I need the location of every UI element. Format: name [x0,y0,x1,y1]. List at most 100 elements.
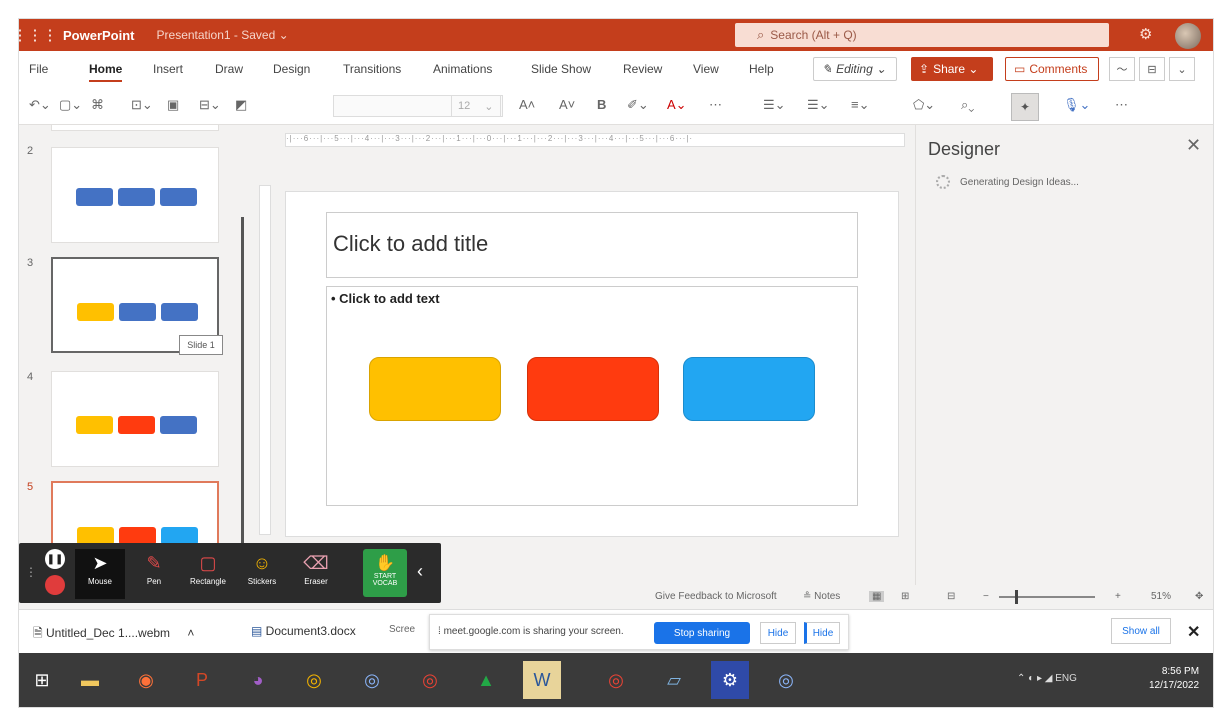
red-rectangle-shape[interactable] [527,357,659,421]
yellow-rectangle-shape[interactable] [369,357,501,421]
zoom-in-icon[interactable]: + [1115,591,1121,602]
tab-draw[interactable]: Draw [215,62,243,76]
pause-icon[interactable]: ❚❚ [45,549,65,569]
reuse-slides-icon[interactable]: ▣ [167,97,179,113]
grow-font-icon[interactable]: A˄ [519,97,535,112]
start-vocab-button[interactable]: ✋ START VOCAB [363,549,407,597]
tab-review[interactable]: Review [623,62,662,76]
chrome-icon[interactable]: ◎ [295,661,333,699]
app-launcher-icon[interactable]: ⋮⋮⋮ [19,19,58,51]
chrome-profile-icon[interactable]: ◎ [353,661,391,699]
download-item-docx[interactable]: ▤ Document3.docx [251,624,356,638]
system-tray[interactable]: ⌃ ◐ ▸ ◢ ENG [1017,673,1077,684]
share-button[interactable]: ⇪ Share ⌄ [911,57,993,81]
stop-sharing-button[interactable]: Stop sharing [654,622,750,644]
normal-view-icon[interactable]: ▦ [869,591,885,602]
user-avatar[interactable] [1175,23,1201,49]
slide-sorter-icon[interactable]: ⊞ [901,591,909,602]
clipboard-icon[interactable]: ▢⌄ [59,97,82,113]
shrink-font-icon[interactable]: A˅ [559,97,575,112]
body-placeholder[interactable]: • Click to add text [326,286,858,506]
current-slide[interactable]: Click to add title • Click to add text [285,191,899,537]
chrome-profile-icon-2[interactable]: ◎ [767,661,805,699]
app-name[interactable]: PowerPoint [63,28,135,43]
thumbnail-slide-4[interactable] [51,371,219,467]
word-icon[interactable]: W [523,661,561,699]
tab-home[interactable]: Home [89,62,123,82]
font-size-dropdown[interactable]: 12 ⌄ [451,95,501,117]
more-font-options-icon[interactable]: ⋯ [709,97,722,113]
thumbnail-scrollbar[interactable] [241,217,244,557]
designer-wand-icon[interactable]: ✦ [1011,93,1039,121]
thumbnail-slide-2[interactable] [51,147,219,243]
hide-button[interactable]: Hide [760,622,796,644]
zoom-level[interactable]: 51% [1151,591,1171,602]
close-icon[interactable]: ✕ [1187,622,1200,642]
dictate-mic-icon[interactable]: 🎙⌄ [1063,97,1090,113]
settings-app-icon[interactable]: ⚙ [711,661,749,699]
chrome-icon-2[interactable]: ◎ [411,661,449,699]
show-all-downloads-button[interactable]: Show all [1111,618,1171,644]
feedback-link[interactable]: Give Feedback to Microsoft [655,591,777,602]
present-icon[interactable]: ⊟ [1139,57,1165,81]
layout-icon[interactable]: ⊟⌄ [199,97,221,113]
reading-view-icon[interactable]: ⊟ [947,591,955,602]
download-item-webm[interactable]: 🗎 Untitled_Dec 1....webm ˄ [33,624,194,645]
shapes-icon[interactable]: ⬠⌄ [913,97,935,113]
editing-mode-button[interactable]: ✎ Editing ⌄ [813,57,897,81]
mouse-tool[interactable]: ➤ Mouse [75,549,125,599]
drag-handle-icon[interactable]: ⋮ [25,565,37,579]
undo-icon[interactable]: ↶⌄ [29,97,51,113]
windows-start-icon[interactable]: ⊞ [23,661,61,699]
stop-record-icon[interactable] [45,575,65,595]
chevron-up-icon[interactable]: ˄ [187,626,194,640]
format-painter-icon[interactable]: ⌘ [91,97,104,113]
document-title[interactable]: Presentation1 - Saved ⌄ [157,28,289,42]
tab-design[interactable]: Design [273,62,310,76]
bold-icon[interactable]: B [597,97,606,112]
tab-slide-show[interactable]: Slide Show [531,62,591,76]
ribbon-collapse-chevron-icon[interactable]: ⌄ [1169,57,1195,81]
blue-rectangle-shape[interactable] [683,357,815,421]
zoom-slider-thumb[interactable] [1015,590,1018,604]
settings-gear-icon[interactable]: ⚙ [1139,25,1152,43]
catch-up-icon[interactable]: 〜 [1109,57,1135,81]
new-slide-icon[interactable]: ⊡⌄ [131,97,153,113]
drive-icon[interactable]: ▲ [467,661,505,699]
tab-animations[interactable]: Animations [433,62,492,76]
tab-help[interactable]: Help [749,62,774,76]
font-color-icon[interactable]: A⌄ [667,97,687,113]
highlight-icon[interactable]: ✐⌄ [627,97,649,113]
picture-icon[interactable]: ◩ [235,97,247,113]
stickers-tool[interactable]: ☺ Stickers [237,549,287,599]
powerpoint-icon[interactable]: P [183,661,221,699]
more-options-icon[interactable]: ⋯ [1115,97,1128,113]
fit-slide-icon[interactable]: ✥ [1195,591,1203,602]
system-clock[interactable]: 8:56 PM 12/17/2022 [1149,665,1199,693]
notes-button[interactable]: ≗ Notes [803,591,840,602]
find-icon[interactable]: ⌕⌄ [961,97,974,113]
title-placeholder[interactable]: Click to add title [326,212,858,278]
tab-insert[interactable]: Insert [153,62,183,76]
tab-file[interactable]: File [29,62,48,76]
chevron-left-icon[interactable]: ‹ [417,561,423,582]
notepad-icon[interactable]: ▱ [655,661,693,699]
pen-tool[interactable]: ✎ Pen [129,549,179,599]
comments-button[interactable]: ▭ Comments [1005,57,1099,81]
search-box[interactable]: ⌕ Search (Alt + Q) [735,23,1109,47]
tab-transitions[interactable]: Transitions [343,62,401,76]
rectangle-tool[interactable]: ▢ Rectangle [183,549,233,599]
close-icon[interactable]: ✕ [1186,135,1201,156]
align-icon[interactable]: ≡⌄ [851,97,869,113]
zoom-slider-track[interactable] [999,596,1095,598]
zoom-out-icon[interactable]: − [983,591,989,602]
tab-view[interactable]: View [693,62,719,76]
bullets-icon[interactable]: ☰⌄ [763,97,786,113]
firefox-icon[interactable]: ◉ [127,661,165,699]
chrome-icon-3[interactable]: ◎ [597,661,635,699]
thumbnail-slide-1[interactable] [51,125,219,131]
app-icon-purple[interactable]: ◕ [239,661,277,699]
numbering-icon[interactable]: ☰⌄ [807,97,830,113]
file-explorer-icon[interactable]: ▬ [71,661,109,699]
eraser-tool[interactable]: ⌫ Eraser [291,549,341,599]
